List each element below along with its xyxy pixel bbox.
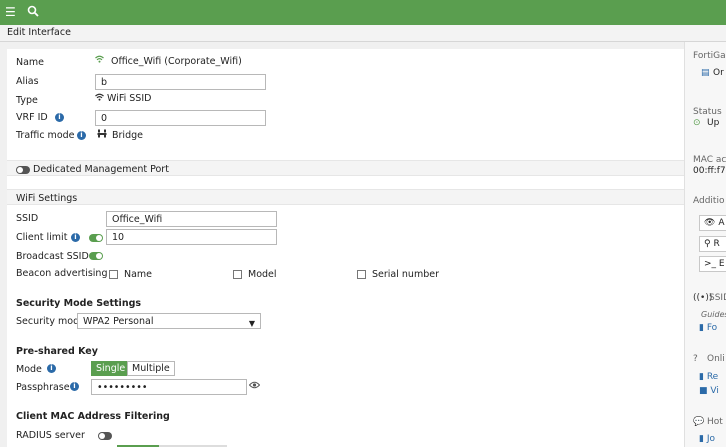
top-header-bar: ☰ bbox=[0, 0, 726, 25]
wifi-settings-heading: WiFi Settings bbox=[16, 193, 78, 204]
eye-icon: 👁 bbox=[704, 218, 716, 228]
beacon-name-checkbox[interactable] bbox=[109, 270, 118, 279]
book-icon: ▮ bbox=[699, 323, 704, 333]
alias-label: Alias bbox=[16, 76, 39, 87]
hamburger-menu-icon[interactable]: ☰ bbox=[5, 5, 16, 19]
link-jo-label: Jo bbox=[706, 434, 715, 444]
info-icon[interactable]: i bbox=[47, 364, 56, 373]
status-label: Status bbox=[693, 107, 722, 117]
ssid-sidebar-label: SSID bbox=[709, 293, 726, 303]
video-icon: ■ bbox=[699, 386, 708, 396]
security-mode-heading: Security Mode Settings bbox=[16, 298, 142, 309]
device-icon: ▤ bbox=[701, 68, 710, 78]
wifi-icon bbox=[95, 55, 104, 66]
link-icon: ⚲ bbox=[704, 239, 711, 249]
security-mode-select[interactable]: WPA2 Personal ▼ bbox=[77, 313, 261, 329]
beacon-model-checkbox[interactable] bbox=[233, 270, 242, 279]
dedicated-management-toggle[interactable] bbox=[16, 166, 30, 174]
name-label: Name bbox=[16, 57, 45, 68]
book-icon: ▮ bbox=[699, 372, 704, 382]
broadcast-ssid-label: Broadcast SSID bbox=[16, 251, 89, 262]
guide-link-label: Fo bbox=[706, 323, 718, 333]
additional-label: Additio bbox=[693, 196, 725, 206]
help-icon: ? bbox=[693, 354, 698, 364]
status-up-icon: ⊙ bbox=[693, 118, 701, 128]
info-icon[interactable]: i bbox=[70, 382, 79, 391]
link-jo[interactable]: ▮ Jo bbox=[699, 434, 715, 444]
traffic-mode-label: Traffic mode bbox=[16, 130, 75, 141]
mode-single-button[interactable]: Single bbox=[91, 361, 131, 376]
beacon-name-label: Name bbox=[124, 269, 153, 280]
dedicated-management-label: Dedicated Management Port bbox=[33, 164, 169, 175]
additional-button-1[interactable]: 👁 A bbox=[699, 215, 726, 231]
additional-button-2-label: R bbox=[713, 239, 720, 249]
book-icon: ▮ bbox=[699, 434, 704, 444]
eye-icon[interactable] bbox=[248, 381, 261, 392]
security-mode-label: Security mode bbox=[16, 316, 85, 327]
guides-label: Guides bbox=[701, 310, 726, 319]
mode-multiple-button[interactable]: Multiple bbox=[127, 361, 175, 376]
security-mode-value: WPA2 Personal bbox=[83, 316, 154, 327]
beacon-advertising-label: Beacon advertising bbox=[16, 268, 108, 279]
wifi-settings-section bbox=[7, 189, 684, 205]
link-vi-label: Vi bbox=[710, 386, 719, 396]
terminal-icon: >_ bbox=[704, 259, 717, 269]
search-icon[interactable] bbox=[27, 5, 39, 20]
page-title: Edit Interface bbox=[7, 27, 71, 38]
info-icon[interactable]: i bbox=[77, 131, 86, 140]
link-re[interactable]: ▮ Re bbox=[699, 372, 718, 382]
fortigate-label: FortiGa bbox=[693, 51, 726, 61]
passphrase-input[interactable]: ••••••••• bbox=[91, 379, 247, 395]
bridge-icon bbox=[97, 129, 107, 141]
mac-filtering-heading: Client MAC Address Filtering bbox=[16, 411, 170, 422]
vrf-id-input[interactable]: 0 bbox=[95, 110, 266, 126]
guide-link[interactable]: ▮ Fo bbox=[699, 323, 717, 333]
online-help-label: Onli bbox=[707, 354, 725, 364]
status-value: Up bbox=[707, 118, 720, 128]
ssid-input[interactable]: Office_Wifi bbox=[106, 211, 277, 227]
interface-name-value: Office_Wifi (Corporate_Wifi) bbox=[111, 56, 242, 67]
edit-interface-form: Name Office_Wifi (Corporate_Wifi) Alias … bbox=[7, 49, 684, 447]
mac-address-value: 00:ff:f7: bbox=[693, 166, 726, 176]
wifi-icon bbox=[95, 93, 104, 104]
vrf-id-label: VRF ID bbox=[16, 112, 48, 123]
mac-address-label: MAC ac bbox=[693, 155, 726, 165]
ssid-label: SSID bbox=[16, 213, 39, 224]
radius-server-label: RADIUS server bbox=[16, 430, 85, 441]
broadcast-ssid-toggle[interactable] bbox=[89, 252, 103, 260]
beacon-serial-checkbox[interactable] bbox=[357, 270, 366, 279]
link-re-label: Re bbox=[706, 372, 719, 382]
page-title-bar: Edit Interface bbox=[0, 25, 726, 42]
beacon-model-label: Model bbox=[248, 269, 277, 280]
mode-label: Mode bbox=[16, 364, 42, 375]
right-info-panel: FortiGa ▤ Or Status ⊙ Up MAC ac 00:ff:f7… bbox=[684, 42, 726, 447]
chat-icon: 💬 bbox=[693, 417, 705, 427]
hot-label: Hot bbox=[707, 417, 723, 427]
additional-button-1-label: A bbox=[718, 218, 725, 228]
client-limit-input[interactable]: 10 bbox=[106, 229, 277, 245]
radius-server-toggle[interactable] bbox=[98, 432, 112, 440]
client-limit-label: Client limit bbox=[16, 232, 68, 243]
passphrase-label: Passphrase bbox=[16, 382, 70, 393]
info-icon[interactable]: i bbox=[55, 113, 64, 122]
traffic-mode-value: Bridge bbox=[112, 130, 143, 141]
additional-button-3[interactable]: >_ E bbox=[699, 256, 726, 272]
chevron-down-icon: ▼ bbox=[248, 319, 255, 328]
beacon-serial-label: Serial number bbox=[372, 269, 439, 280]
type-value: WiFi SSID bbox=[107, 93, 152, 104]
pre-shared-key-heading: Pre-shared Key bbox=[16, 346, 98, 357]
type-label: Type bbox=[16, 95, 38, 106]
alias-input[interactable]: b bbox=[95, 74, 266, 90]
link-vi[interactable]: ■ Vi bbox=[699, 386, 719, 396]
info-icon[interactable]: i bbox=[71, 233, 80, 242]
fortigate-item[interactable]: Or bbox=[713, 68, 724, 78]
additional-button-3-label: E bbox=[718, 259, 725, 269]
additional-button-2[interactable]: ⚲ R bbox=[699, 236, 726, 252]
client-limit-toggle[interactable] bbox=[89, 234, 103, 242]
